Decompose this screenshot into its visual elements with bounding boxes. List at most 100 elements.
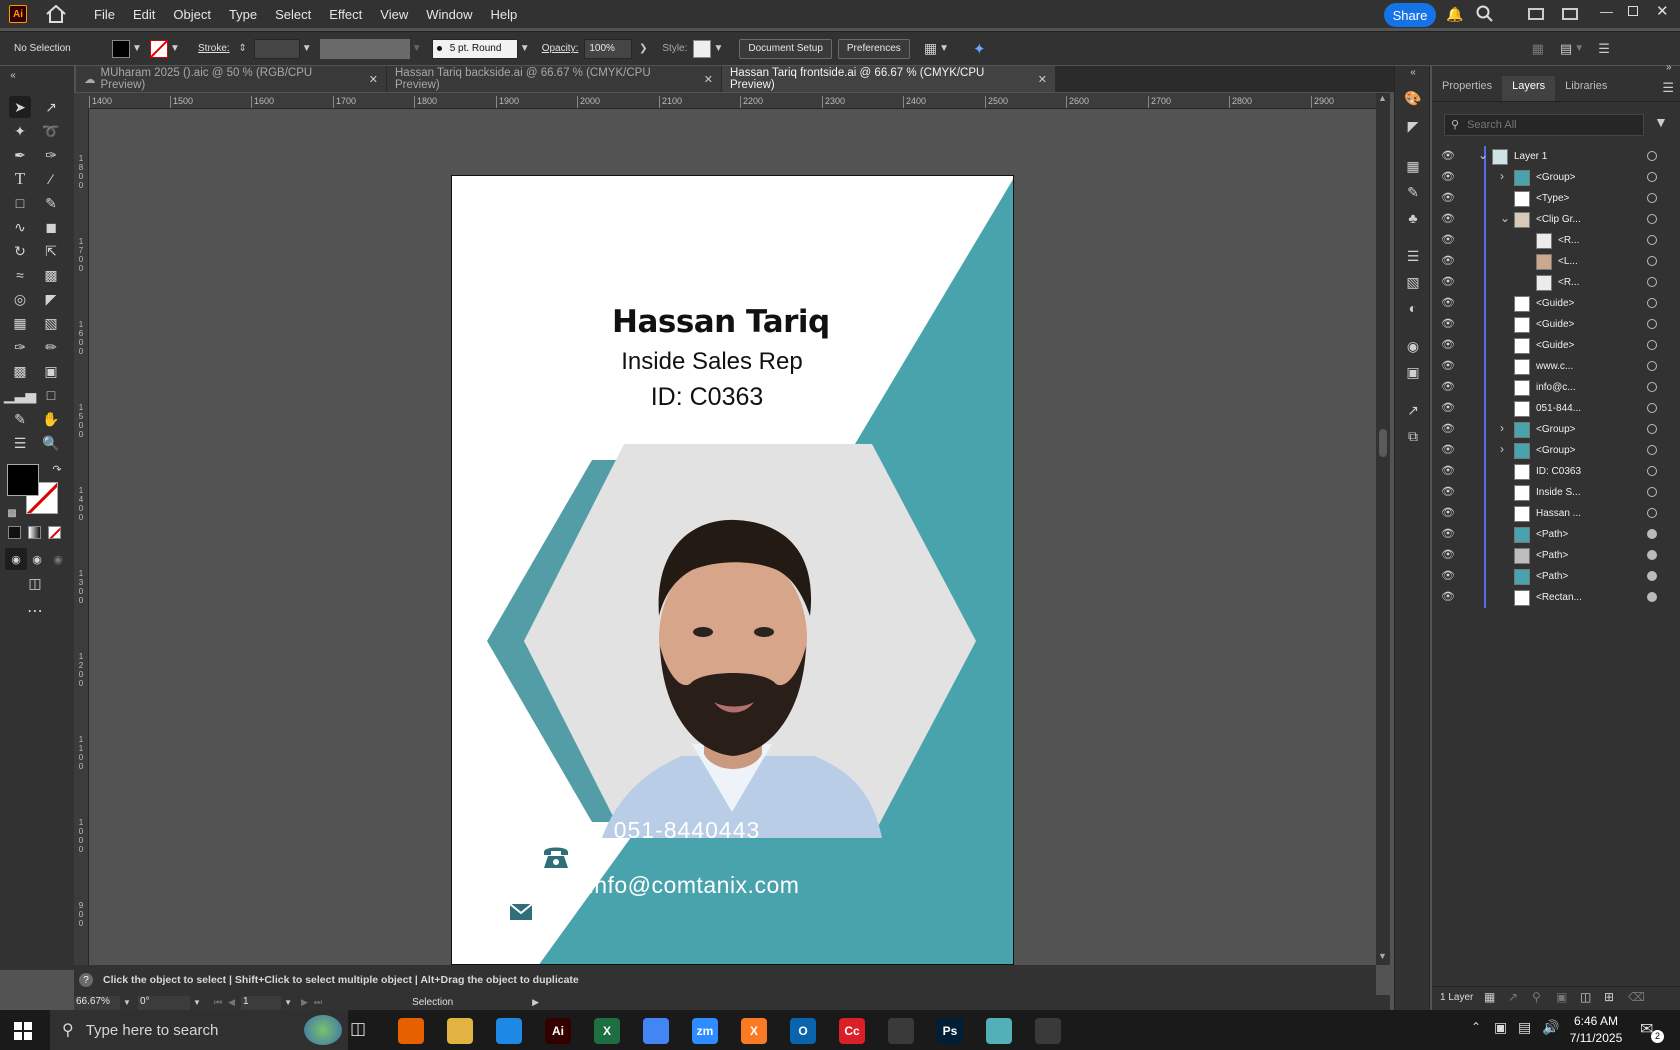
lasso-tool-icon[interactable]: ➰ [40,120,62,142]
xampp-taskbar-icon[interactable]: X [741,1018,767,1044]
target-circle-icon[interactable] [1647,403,1657,413]
line-tool-icon[interactable]: ∕ [40,168,62,190]
share-button[interactable]: Share [1384,3,1436,27]
tab-properties[interactable]: Properties [1432,76,1502,101]
target-circle-icon[interactable] [1647,508,1657,518]
chevron-down-icon[interactable]: ⌄ [1478,148,1488,162]
free-transform-tool-icon[interactable]: ▩ [40,264,62,286]
menu-effect[interactable]: Effect [320,7,371,22]
chevron-right-icon[interactable]: › [1500,421,1504,435]
recolor-icon[interactable]: ✦ [973,40,986,58]
panel-menu-icon[interactable]: ☰ [1662,76,1674,101]
illustrator-taskbar-icon[interactable]: Ai [545,1018,571,1044]
layer-name[interactable]: <L... [1558,256,1578,267]
collect-export-icon[interactable]: ▦ [1484,990,1495,1004]
close-tab-icon[interactable]: ✕ [704,73,713,86]
vertical-scrollbar[interactable]: ▲ ▼ [1376,93,1390,965]
rotate-view-tool-icon[interactable]: ☰ [9,432,31,454]
color-mode-icon[interactable] [8,526,21,539]
hand-tool-icon[interactable]: ✋ [40,408,62,430]
target-circle-icon[interactable] [1647,214,1657,224]
magic-wand-tool-icon[interactable]: ✦ [9,120,31,142]
target-circle-icon[interactable] [1647,424,1657,434]
last-artboard-icon[interactable]: ⏭ [314,997,322,1008]
card-email[interactable]: info@comtanix.com [574,872,814,899]
excel-taskbar-icon[interactable]: X [594,1018,620,1044]
task-view-icon[interactable]: ◫ [350,1019,366,1039]
menu-object[interactable]: Object [164,7,220,22]
card-phone[interactable]: 051-8440443 [607,817,767,844]
layer-row[interactable]: 👁 <Rectan... [1432,587,1680,608]
network-icon[interactable]: ▣ [1494,1019,1507,1036]
visibility-eye-icon[interactable]: 👁 [1441,380,1455,393]
perspective-grid-tool-icon[interactable]: ◤ [40,288,62,310]
previous-artboard-icon[interactable]: ◀ [228,997,235,1008]
layer-name[interactable]: <Rectan... [1536,592,1582,603]
next-artboard-icon[interactable]: ▶ [301,997,308,1008]
style-swatch[interactable] [693,39,712,58]
layer-row[interactable]: 👁 www.c... [1432,356,1680,377]
layer-name[interactable]: ID: C0363 [1536,466,1581,477]
layer-name[interactable]: <R... [1558,277,1579,288]
visibility-eye-icon[interactable]: 👁 [1441,275,1455,288]
target-circle-icon[interactable] [1647,319,1657,329]
zoom-taskbar-icon[interactable]: zm [692,1018,718,1044]
rotate-tool-icon[interactable]: ↻ [9,240,31,262]
layer-name[interactable]: <Path> [1536,571,1568,582]
card-name[interactable]: Hassan Tariq [612,304,830,340]
gradient-tool-icon[interactable]: ▧ [40,312,62,334]
menu-type[interactable]: Type [220,7,266,22]
visibility-eye-icon[interactable]: 👁 [1441,443,1455,456]
fill-color-box[interactable] [7,464,39,496]
ruler-origin[interactable] [74,93,89,109]
visibility-eye-icon[interactable]: 👁 [1441,401,1455,414]
target-circle-icon[interactable] [1647,298,1657,308]
tab-backside[interactable]: Hassan Tariq backside.ai @ 66.67 % (CMYK… [387,66,722,92]
layer-row[interactable]: 👁 <L... [1432,251,1680,272]
target-circle-icon[interactable] [1647,256,1657,266]
visibility-eye-icon[interactable]: 👁 [1441,233,1455,246]
collapse-panels-icon[interactable]: « [1403,62,1423,82]
mesh-tool-icon[interactable]: ▦ [9,312,31,334]
collapse-tools-icon[interactable]: « [2,64,24,86]
pen-tool-taskbar-icon[interactable] [888,1018,914,1044]
opacity-arrow-icon[interactable]: ❯ [636,42,650,56]
screen-mode-icon[interactable]: ◫ [24,572,46,594]
filter-icon[interactable]: ▼ [1654,114,1668,130]
artboard-tool-icon[interactable]: □ [40,384,62,406]
symbol-sprayer-tool-icon[interactable]: ▣ [40,360,62,382]
collapse-right-icon[interactable]: » [1666,62,1672,73]
layer-name[interactable]: <Group> [1536,445,1575,456]
layer-row[interactable]: 👁 <Guide> [1432,293,1680,314]
stroke-label[interactable]: Stroke: [198,43,230,54]
layer-name[interactable]: <Guide> [1536,340,1574,351]
visibility-eye-icon[interactable]: 👁 [1441,548,1455,561]
scroll-down-icon[interactable]: ▼ [1378,951,1387,961]
layer-name[interactable]: 051-844... [1536,403,1581,414]
clock-time[interactable]: 6:46 AM [1566,1014,1626,1028]
chevron-right-icon[interactable]: › [1500,169,1504,183]
visibility-eye-icon[interactable]: 👁 [1441,569,1455,582]
visibility-eye-icon[interactable]: 👁 [1441,422,1455,435]
preferences-button[interactable]: Preferences [837,38,910,59]
draw-normal-icon[interactable]: ◉ [5,548,27,570]
target-circle-icon[interactable] [1647,487,1657,497]
search-layer-icon[interactable]: ⚲ [1532,990,1541,1004]
scroll-thumb[interactable] [1379,429,1387,457]
target-circle-icon[interactable] [1647,529,1657,539]
scale-tool-icon[interactable]: ⇱ [40,240,62,262]
layer-name[interactable]: Inside S... [1536,487,1580,498]
none-mode-icon[interactable] [48,526,61,539]
layers-search-input[interactable]: ⚲ Search All [1444,114,1644,136]
menu-window[interactable]: Window [417,7,481,22]
edit-toolbar-icon[interactable]: ⋯ [24,600,46,622]
gradient-panel-icon[interactable]: ▧ [1403,272,1423,292]
stroke-weight-dropdown-icon[interactable]: ▼ [300,42,314,56]
volume-icon[interactable]: 🔊 [1542,1019,1559,1036]
style-dropdown-icon[interactable]: ▼ [711,42,725,56]
menu-select[interactable]: Select [266,7,320,22]
shaper-tool-icon[interactable]: ∿ [9,216,31,238]
selection-tool-icon[interactable]: ➤ [9,96,31,118]
brushes-icon[interactable]: ✎ [1403,182,1423,202]
minimize-icon[interactable]: — [1600,4,1613,19]
